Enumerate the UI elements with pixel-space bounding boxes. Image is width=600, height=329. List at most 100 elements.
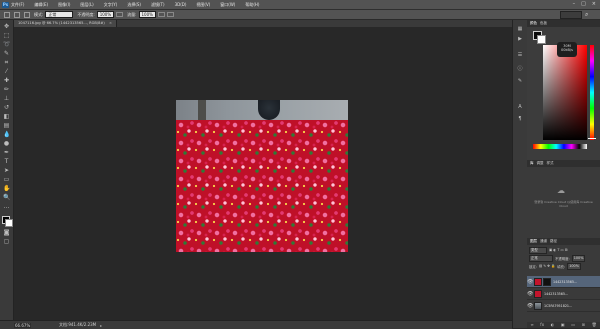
quick-select-tool-icon[interactable]: ✎	[3, 51, 10, 57]
paragraph-panel-icon[interactable]: ¶	[517, 116, 523, 122]
history-brush-tool-icon[interactable]: ↺	[3, 105, 10, 111]
zoom-tool-icon[interactable]: 🔍	[3, 195, 10, 201]
hue-slider[interactable]	[590, 45, 594, 140]
filter-icons[interactable]: ▣ ◐ T ▭ ⊞	[549, 248, 568, 252]
link-layers-icon[interactable]: ∞	[530, 322, 533, 328]
menu-3d[interactable]: 3D(D)	[175, 2, 187, 7]
layer-style-icon[interactable]: fx	[540, 322, 544, 328]
fill-field[interactable]: 100%	[567, 262, 581, 270]
menu-file[interactable]: 文件(F)	[11, 2, 24, 8]
menu-window[interactable]: 窗口(W)	[220, 2, 235, 8]
mode-label: 模式:	[34, 11, 44, 17]
layer-opacity-field[interactable]: 100%	[571, 254, 586, 262]
brush-tool-icon[interactable]: ✏	[3, 87, 10, 93]
menu-filter[interactable]: 滤镜(T)	[151, 2, 165, 8]
brush-panel-icon[interactable]	[24, 11, 30, 18]
shape-tool-icon[interactable]: ▭	[3, 177, 10, 183]
new-group-icon[interactable]: ▭	[571, 322, 575, 328]
zoom-level-field[interactable]: 66.67%	[14, 322, 31, 328]
document-canvas[interactable]	[176, 100, 348, 252]
blur-tool-icon[interactable]: 💧	[3, 132, 10, 138]
tools-panel: ✥ ⬚ ➰ ✎ ⌗ ⁄ ✚ ✏ ⊥ ↺ ◧ ▤ 💧 ● ✒ T ➤ ▭ ✋ 🔍 …	[0, 20, 14, 320]
menu-select[interactable]: 选择(S)	[127, 2, 141, 8]
pen-tool-icon[interactable]: ✒	[3, 150, 10, 156]
tab-styles[interactable]: 样式	[547, 161, 554, 166]
tab-paths[interactable]: 路径	[550, 239, 557, 244]
background-color-swatch[interactable]	[5, 219, 13, 227]
character-panel-icon[interactable]: A	[517, 104, 523, 110]
layer-row[interactable]: 👁 1C5FA7951821...	[527, 300, 600, 312]
menu-type[interactable]: 文字(Y)	[104, 2, 118, 8]
info-panel-icon[interactable]: ⓘ	[517, 66, 523, 72]
document-tab[interactable]: 1047116.jpg @ 66.7% (1442313565..., RGB/…	[14, 20, 117, 27]
tab-adjustments[interactable]: 调整	[537, 161, 544, 166]
layer-thumbnail	[534, 277, 542, 286]
visibility-eye-icon[interactable]: 👁	[527, 291, 533, 297]
tool-preset-icon[interactable]	[4, 11, 10, 18]
delete-layer-icon[interactable]: 🗑	[592, 322, 597, 328]
gradient-tool-icon[interactable]: ▤	[3, 123, 10, 129]
visibility-eye-icon[interactable]: 👁	[527, 279, 533, 285]
dodge-tool-icon[interactable]: ●	[3, 141, 10, 147]
window-controls: – □ ×	[573, 1, 596, 7]
lasso-tool-icon[interactable]: ➰	[3, 42, 10, 48]
lock-icons[interactable]: ▨ ✎ ✥ 🔒	[539, 264, 555, 268]
add-mask-icon[interactable]: ▣	[561, 322, 565, 328]
layer-row[interactable]: 👁 1442313565...	[527, 276, 600, 288]
airbrush-icon[interactable]	[157, 12, 165, 17]
pressure-size-icon[interactable]	[166, 12, 174, 17]
maximize-button[interactable]: □	[581, 1, 586, 7]
type-tool-icon[interactable]: T	[3, 159, 10, 165]
layer-filter-select[interactable]: 类型	[529, 246, 547, 254]
marquee-tool-icon[interactable]: ⬚	[3, 33, 10, 39]
status-menu-arrow-icon[interactable]: ▸	[100, 323, 102, 328]
tab-swatches[interactable]: 色板	[540, 21, 547, 26]
blend-mode-select[interactable]: 正常	[529, 254, 553, 262]
tab-color[interactable]: 颜色	[530, 21, 537, 26]
tab-layers[interactable]: 图层	[530, 239, 537, 244]
menu-view[interactable]: 视图(V)	[196, 2, 210, 8]
quick-mask-icon[interactable]: ◙	[3, 230, 10, 236]
mode-select[interactable]: 正常	[45, 11, 74, 18]
eraser-tool-icon[interactable]: ◧	[3, 114, 10, 120]
layer-row[interactable]: 👁 1442313565...	[527, 288, 600, 300]
screen-mode-icon[interactable]: ▢	[3, 239, 10, 245]
actions-panel-icon[interactable]: ▶	[517, 36, 523, 42]
close-window-button[interactable]: ×	[592, 1, 596, 7]
crop-tool-icon[interactable]: ⌗	[3, 60, 10, 66]
color-panel-background-swatch[interactable]	[537, 35, 546, 44]
menu-help[interactable]: 帮助(H)	[245, 2, 259, 8]
brush-panel-icon-strip[interactable]: ✎	[517, 78, 523, 84]
search-icon[interactable]: ⌕	[585, 11, 592, 18]
more-tools-icon[interactable]: …	[3, 204, 10, 210]
pressure-opacity-icon[interactable]	[116, 12, 124, 17]
libraries-panel-tabs: 库 调整 样式	[527, 160, 600, 167]
path-select-tool-icon[interactable]: ➤	[3, 168, 10, 174]
properties-panel-icon[interactable]: ☰	[517, 52, 523, 58]
photo-person-head	[258, 100, 280, 120]
menu-edit[interactable]: 编辑(E)	[34, 2, 48, 8]
history-panel-icon[interactable]: ▦	[517, 26, 523, 32]
menu-image[interactable]: 图像(I)	[58, 2, 70, 8]
opacity-field[interactable]: 100%	[96, 11, 115, 18]
healing-brush-tool-icon[interactable]: ✚	[3, 78, 10, 84]
close-tab-icon[interactable]: ×	[109, 21, 112, 25]
minimize-button[interactable]: –	[573, 1, 576, 7]
eyedropper-tool-icon[interactable]: ⁄	[3, 69, 10, 75]
menu-layer[interactable]: 图层(L)	[80, 2, 93, 8]
clone-stamp-tool-icon[interactable]: ⊥	[3, 96, 10, 102]
flow-field[interactable]: 100%	[138, 11, 156, 18]
hue-slider-marker[interactable]	[588, 138, 596, 139]
workspace-select[interactable]	[560, 11, 582, 19]
adjustment-layer-icon[interactable]: ◐	[551, 322, 555, 328]
hand-tool-icon[interactable]: ✋	[3, 186, 10, 192]
color-ramp-strip[interactable]	[533, 144, 587, 149]
move-tool-icon[interactable]: ✥	[3, 24, 10, 30]
tab-libraries[interactable]: 库	[530, 161, 534, 166]
layer-filter-row: 类型 ▣ ◐ T ▭ ⊞	[529, 246, 568, 254]
new-layer-icon[interactable]: ⊞	[582, 322, 585, 328]
color-picker-field[interactable]	[543, 45, 587, 140]
visibility-eye-icon[interactable]: 👁	[527, 303, 533, 309]
tab-channels[interactable]: 通道	[540, 239, 547, 244]
brush-preset-icon[interactable]	[14, 11, 20, 18]
